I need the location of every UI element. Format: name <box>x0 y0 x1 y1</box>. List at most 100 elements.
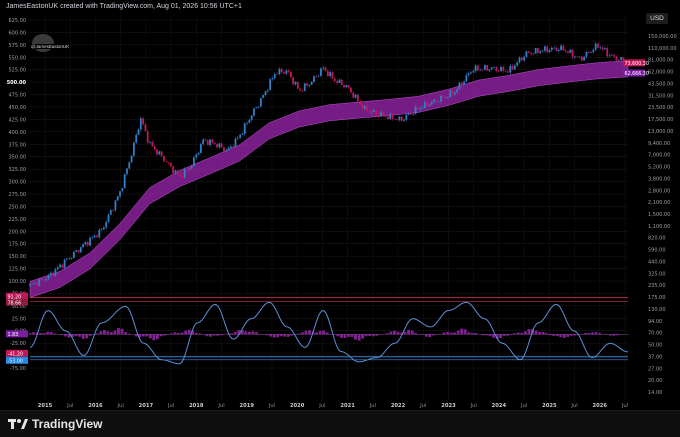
candle-body <box>352 92 354 97</box>
candle-body <box>285 71 287 74</box>
hist-bar <box>372 334 375 336</box>
candle-body <box>475 66 477 72</box>
candle-body <box>516 62 518 65</box>
hist-bar <box>326 332 329 334</box>
hist-bar <box>255 332 258 334</box>
hist-bar <box>276 334 279 337</box>
right-tick-label: 7,000.00 <box>648 153 670 159</box>
candle-body <box>604 48 606 49</box>
right-tick-label: 23,500.00 <box>648 105 673 111</box>
candle-body <box>175 170 177 173</box>
hist-bar <box>99 331 102 334</box>
candle-body <box>304 83 306 91</box>
candle-body <box>223 148 225 152</box>
right-tick-label: 13,000.00 <box>648 129 673 135</box>
hist-bar <box>29 333 32 334</box>
candle-body <box>551 48 553 50</box>
hist-bar <box>524 331 527 334</box>
hist-bar <box>160 334 163 336</box>
candle-body <box>382 112 384 115</box>
right-tick-label: 590.00 <box>648 248 666 254</box>
hist-bar <box>103 330 106 334</box>
right-tick-label: 150,000.00 <box>648 34 677 40</box>
right-tick-label: 325.00 <box>648 271 666 277</box>
hist-bar <box>259 334 262 335</box>
hist-bar <box>266 334 269 335</box>
hist-bar <box>556 334 559 336</box>
candle-body <box>45 279 47 280</box>
x-tick-label: Jul <box>66 403 73 409</box>
candle-body <box>124 174 126 188</box>
candle-body <box>177 170 179 174</box>
hist-bar <box>467 332 470 334</box>
hist-bar <box>308 330 311 334</box>
osc-label-lower: -41.20 <box>8 351 23 357</box>
hist-bar <box>135 334 138 336</box>
hist-bar <box>552 334 555 336</box>
candle-body <box>170 163 172 167</box>
hist-bar <box>428 334 431 337</box>
right-tick-label: 50.00 <box>648 343 662 349</box>
candle-body <box>110 210 112 214</box>
candle-body <box>325 68 327 71</box>
hist-bar <box>181 332 184 334</box>
candle-body <box>311 82 313 85</box>
candle-body <box>334 79 336 82</box>
candle-body <box>154 146 156 149</box>
hist-bar <box>517 333 520 335</box>
candle-body <box>380 112 382 116</box>
osc-label-lower-2: -53.00 <box>8 358 23 364</box>
candle-body <box>75 250 77 251</box>
right-tick-label: 3,800.00 <box>648 176 670 182</box>
x-tick-label: Jul <box>470 403 477 409</box>
hist-bar <box>535 331 538 335</box>
candle-body <box>332 72 334 79</box>
candle-body <box>452 90 454 94</box>
candle-body <box>149 142 151 143</box>
hist-bar <box>482 334 485 335</box>
candle-body <box>401 117 403 121</box>
right-axis: 150,000.00110,000.0081,000.0062,000.0043… <box>648 34 677 396</box>
candle-body <box>112 210 114 211</box>
candle-body <box>242 134 244 135</box>
left-tick-label: 250.00 <box>9 204 27 210</box>
hist-bar <box>269 334 272 336</box>
hist-bar <box>156 334 159 339</box>
candle-body <box>521 58 523 61</box>
left-tick-label: 275.00 <box>9 192 27 198</box>
candle-body <box>410 114 412 115</box>
hist-bar <box>443 333 446 335</box>
left-tick-label: 125.00 <box>9 267 27 273</box>
chart-canvas[interactable]: 625.00600.00575.00550.00525.00500.00475.… <box>0 0 680 410</box>
x-tick-label: 2017 <box>139 403 154 409</box>
candle-body <box>313 76 315 82</box>
hist-bar <box>319 331 322 334</box>
candle-body <box>371 112 373 113</box>
candle-body <box>292 77 294 84</box>
hist-bar <box>411 330 414 334</box>
right-tick-label: 110,000.00 <box>648 46 677 52</box>
candle-body <box>514 66 516 70</box>
tradingview-logo[interactable]: TradingView <box>8 417 102 431</box>
candle-body <box>299 89 301 91</box>
candle-body <box>327 71 329 76</box>
candle-body <box>255 107 257 108</box>
candle-body <box>567 52 569 53</box>
candle-body <box>198 153 200 154</box>
hist-bar <box>584 333 587 334</box>
x-tick-label: 2022 <box>391 403 406 409</box>
candle-body <box>43 279 45 281</box>
hist-bar <box>195 333 198 334</box>
candle-body <box>318 76 320 77</box>
hist-bar <box>174 332 177 334</box>
hist-bar <box>545 333 548 334</box>
candle-body <box>138 130 140 135</box>
right-tick-label: 43,500.00 <box>648 81 673 87</box>
candle-body <box>230 146 232 147</box>
candle-body <box>454 92 456 94</box>
x-tick-label: 2023 <box>441 403 456 409</box>
candle-body <box>456 89 458 92</box>
hist-bar <box>336 334 339 336</box>
candle-body <box>209 139 211 145</box>
candle-body <box>399 117 401 120</box>
